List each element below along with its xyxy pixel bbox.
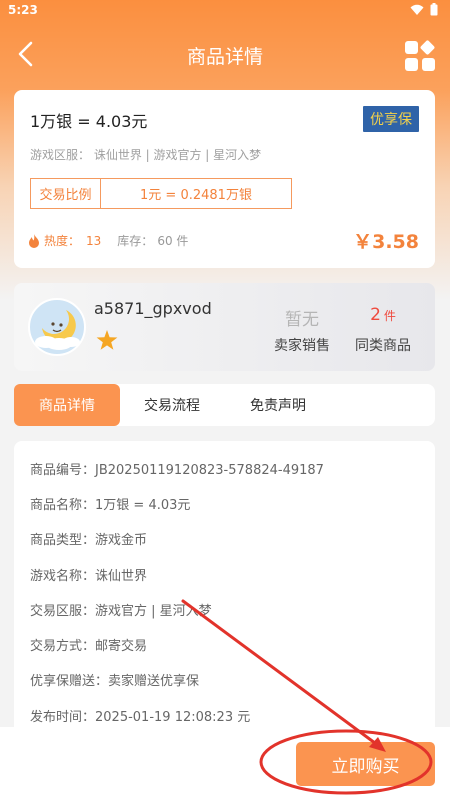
similar-items-unit: 件 (383, 309, 396, 323)
detail-label: 商品类型： (30, 533, 96, 548)
flame-icon (29, 233, 39, 248)
wifi-icon (410, 4, 424, 15)
detail-label: 发布时间： (30, 710, 96, 725)
detail-label: 商品名称： (30, 498, 96, 513)
seller-card[interactable]: a5871_gpxvod 暂无 卖家销售 2件 同类商品 (14, 283, 435, 371)
seller-sales-stat[interactable]: 暂无 卖家销售 (267, 305, 337, 355)
tab-disclaimer[interactable]: 免责声明 (226, 384, 330, 426)
guarantee-badge: 优享保 (363, 106, 419, 132)
tab-product-details[interactable]: 商品详情 (14, 384, 120, 426)
tab-trade-process[interactable]: 交易流程 (124, 384, 220, 426)
detail-row-product-id: 商品编号：JB20250119120823-578824-49187 (30, 459, 324, 478)
detail-row-product-type: 商品类型：游戏金币 (30, 529, 147, 548)
detail-value: 游戏金币 (95, 533, 148, 548)
details-card: 商品编号：JB20250119120823-578824-49187 商品名称：… (14, 441, 435, 741)
detail-row-trade-method: 交易方式：邮寄交易 (30, 635, 147, 654)
tab-bar: 商品详情 交易流程 免责声明 (14, 384, 435, 426)
status-bar: 5:23 (0, 0, 450, 20)
detail-value: 卖家赠送优享保 (108, 674, 200, 689)
detail-label: 商品编号： (30, 463, 96, 478)
detail-value: 1万银 = 4.03元 (95, 498, 191, 513)
heat-label: 热度： (44, 234, 81, 248)
game-server-line: 游戏区服： 诛仙世界 | 游戏官方 | 星河入梦 (30, 148, 262, 162)
trade-ratio-box: 交易比例 1元 = 0.2481万银 (30, 178, 292, 209)
detail-value: 邮寄交易 (95, 639, 148, 654)
similar-items-count: 2件 (348, 305, 418, 329)
product-card: 1万银 = 4.03元 优享保 游戏区服： 诛仙世界 | 游戏官方 | 星河入梦… (14, 90, 435, 268)
star-icon (96, 330, 118, 350)
detail-label: 交易区服： (30, 604, 96, 619)
seller-avatar[interactable] (28, 298, 86, 356)
nav-bar: 商品详情 (0, 30, 450, 80)
seller-sales-label: 卖家销售 (274, 338, 330, 354)
detail-value: JB20250119120823-578824-49187 (95, 463, 324, 478)
detail-label: 交易方式： (30, 639, 96, 654)
detail-row-guarantee-gift: 优享保赠送：卖家赠送优享保 (30, 670, 199, 689)
detail-row-server: 交易区服：游戏官方 | 星河入梦 (30, 600, 212, 619)
buy-now-button[interactable]: 立即购买 (296, 742, 435, 786)
status-time: 5:23 (8, 3, 38, 17)
detail-row-product-name: 商品名称：1万银 = 4.03元 (30, 494, 190, 513)
seller-name: a5871_gpxvod (94, 299, 212, 318)
similar-items-stat[interactable]: 2件 同类商品 (348, 305, 418, 355)
battery-icon (430, 3, 438, 16)
page-title: 商品详情 (186, 46, 263, 68)
detail-value: 游戏官方 | 星河入梦 (95, 604, 212, 619)
similar-items-label: 同类商品 (355, 338, 411, 354)
menu-button[interactable] (404, 40, 436, 72)
similar-items-value: 2 (370, 305, 381, 325)
status-icons (410, 3, 438, 16)
bottom-bar: 立即购买 (0, 727, 450, 800)
detail-row-game-name: 游戏名称：诛仙世界 (30, 565, 147, 584)
apps-grid-icon (405, 40, 435, 71)
seller-sales-value: 暂无 (285, 310, 319, 330)
heat-stock-row: 热度： 13 库存： 60 件 (28, 232, 188, 249)
detail-value: 诛仙世界 (95, 569, 148, 584)
product-title: 1万银 = 4.03元 (30, 112, 148, 131)
stock-label: 库存： (117, 234, 154, 248)
trade-ratio-value: 1元 = 0.2481万银 (140, 188, 252, 203)
stock-value: 60 件 (157, 234, 189, 248)
detail-label: 游戏名称： (30, 569, 96, 584)
detail-value: 2025-01-19 12:08:23 元 (95, 710, 251, 725)
trade-ratio-label: 交易比例 (31, 179, 101, 208)
heat-value: 13 (86, 233, 102, 248)
price: ￥3.58 (353, 231, 419, 253)
detail-row-publish-time: 发布时间：2025-01-19 12:08:23 元 (30, 706, 250, 725)
detail-label: 优享保赠送： (30, 674, 109, 689)
